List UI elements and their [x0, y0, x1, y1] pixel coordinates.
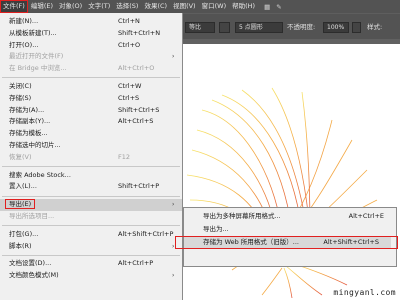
menu-separator [2, 225, 180, 227]
menu-item-open[interactable]: 打开(O)... Ctrl+O [0, 40, 182, 52]
menu-item-search-stock[interactable]: 搜索 Adobe Stock... [0, 170, 182, 182]
menu-item-revert[interactable]: 恢复(V) F12 [0, 152, 182, 164]
brush-icon[interactable]: ✎ [276, 3, 281, 11]
menu-view[interactable]: 视图(V) [170, 0, 199, 13]
menu-help[interactable]: 帮助(H) [229, 0, 258, 13]
menu-item-close[interactable]: 关闭(C) Ctrl+W [0, 81, 182, 93]
menu-separator [2, 77, 180, 79]
opacity-input[interactable]: 100% [323, 22, 349, 33]
menu-separator [2, 254, 180, 256]
opacity-label: 不透明度: [287, 23, 316, 31]
submenu-item-export-as[interactable]: 导出为... [184, 223, 396, 236]
menu-item-export[interactable]: 导出(E) › [0, 198, 182, 211]
opacity-arrow[interactable] [352, 22, 361, 33]
export-submenu: 导出为多种屏幕所用格式... Alt+Ctrl+E 导出为... 存储为 Web … [175, 207, 398, 267]
menu-item-save-as[interactable]: 存储为(A)... Shift+Ctrl+S [0, 105, 182, 117]
menu-item-save-copy[interactable]: 存储副本(Y)... Alt+Ctrl+S [0, 116, 182, 128]
file-menu: 新建(N)... Ctrl+N 从模板新建(T)... Shift+Ctrl+N 打… [0, 13, 183, 300]
menu-file[interactable]: 文件(F) [0, 0, 28, 13]
menu-item-scripts[interactable]: 脚本(R) › [0, 241, 182, 253]
menu-item-place[interactable]: 置入(L)... Shift+Ctrl+P [0, 181, 182, 193]
menu-bar-icons: ▦ ✎ [264, 3, 282, 11]
menu-object[interactable]: 对象(O) [56, 0, 85, 13]
menu-item-package[interactable]: 打包(G)... Alt+Shift+Ctrl+P [0, 229, 182, 241]
menu-bar: 文件(F) 编辑(E) 对象(O) 文字(T) 选择(S) 效果(C) 视图(V… [0, 0, 400, 13]
chevron-right-icon: › [172, 53, 175, 61]
chevron-right-icon: › [172, 272, 175, 280]
menu-item-save[interactable]: 存储(S) Ctrl+S [0, 93, 182, 105]
watermark: mingyanl.com [333, 288, 396, 297]
menu-item-save-template[interactable]: 存储为模板... [0, 128, 182, 140]
brush-select[interactable]: 5 点圆形 [235, 22, 283, 33]
menu-type[interactable]: 文字(T) [85, 0, 113, 13]
menu-edit[interactable]: 编辑(E) [28, 0, 56, 13]
menu-item-new[interactable]: 新建(N)... Ctrl+N [0, 16, 182, 28]
menu-window[interactable]: 窗口(W) [199, 0, 230, 13]
control-bar: 等比 5 点圆形 不透明度: 100% 样式: [183, 13, 400, 39]
menu-separator [2, 195, 180, 197]
color-swatch[interactable] [219, 22, 230, 33]
chevron-right-icon: › [172, 201, 175, 209]
menu-item-document-setup[interactable]: 文档设置(D)... Alt+Ctrl+P [0, 258, 182, 270]
menu-effect[interactable]: 效果(C) [141, 0, 170, 13]
submenu-item-export-screens[interactable]: 导出为多种屏幕所用格式... Alt+Ctrl+E [184, 210, 396, 223]
menu-item-new-from-template[interactable]: 从模板新建(T)... Shift+Ctrl+N [0, 28, 182, 40]
submenu-item-save-for-web[interactable]: 存储为 Web 所用格式（旧版）... Alt+Shift+Ctrl+S [175, 236, 398, 249]
menu-item-save-slices[interactable]: 存储选中的切片... [0, 140, 182, 152]
grid-icon[interactable]: ▦ [264, 3, 270, 11]
style-label: 样式: [367, 23, 383, 31]
menu-item-export-selection[interactable]: 导出所选项目... [0, 211, 182, 223]
menu-separator [2, 166, 180, 168]
menu-item-document-color-mode[interactable]: 文档颜色模式(M) › [0, 270, 182, 282]
menu-select[interactable]: 选择(S) [113, 0, 141, 13]
menu-item-recent-files[interactable]: 最近打开的文件(F) › [0, 51, 182, 63]
stroke-profile-select[interactable]: 等比 [185, 22, 215, 33]
menu-item-browse-bridge[interactable]: 在 Bridge 中浏览... Alt+Ctrl+O [0, 63, 182, 75]
